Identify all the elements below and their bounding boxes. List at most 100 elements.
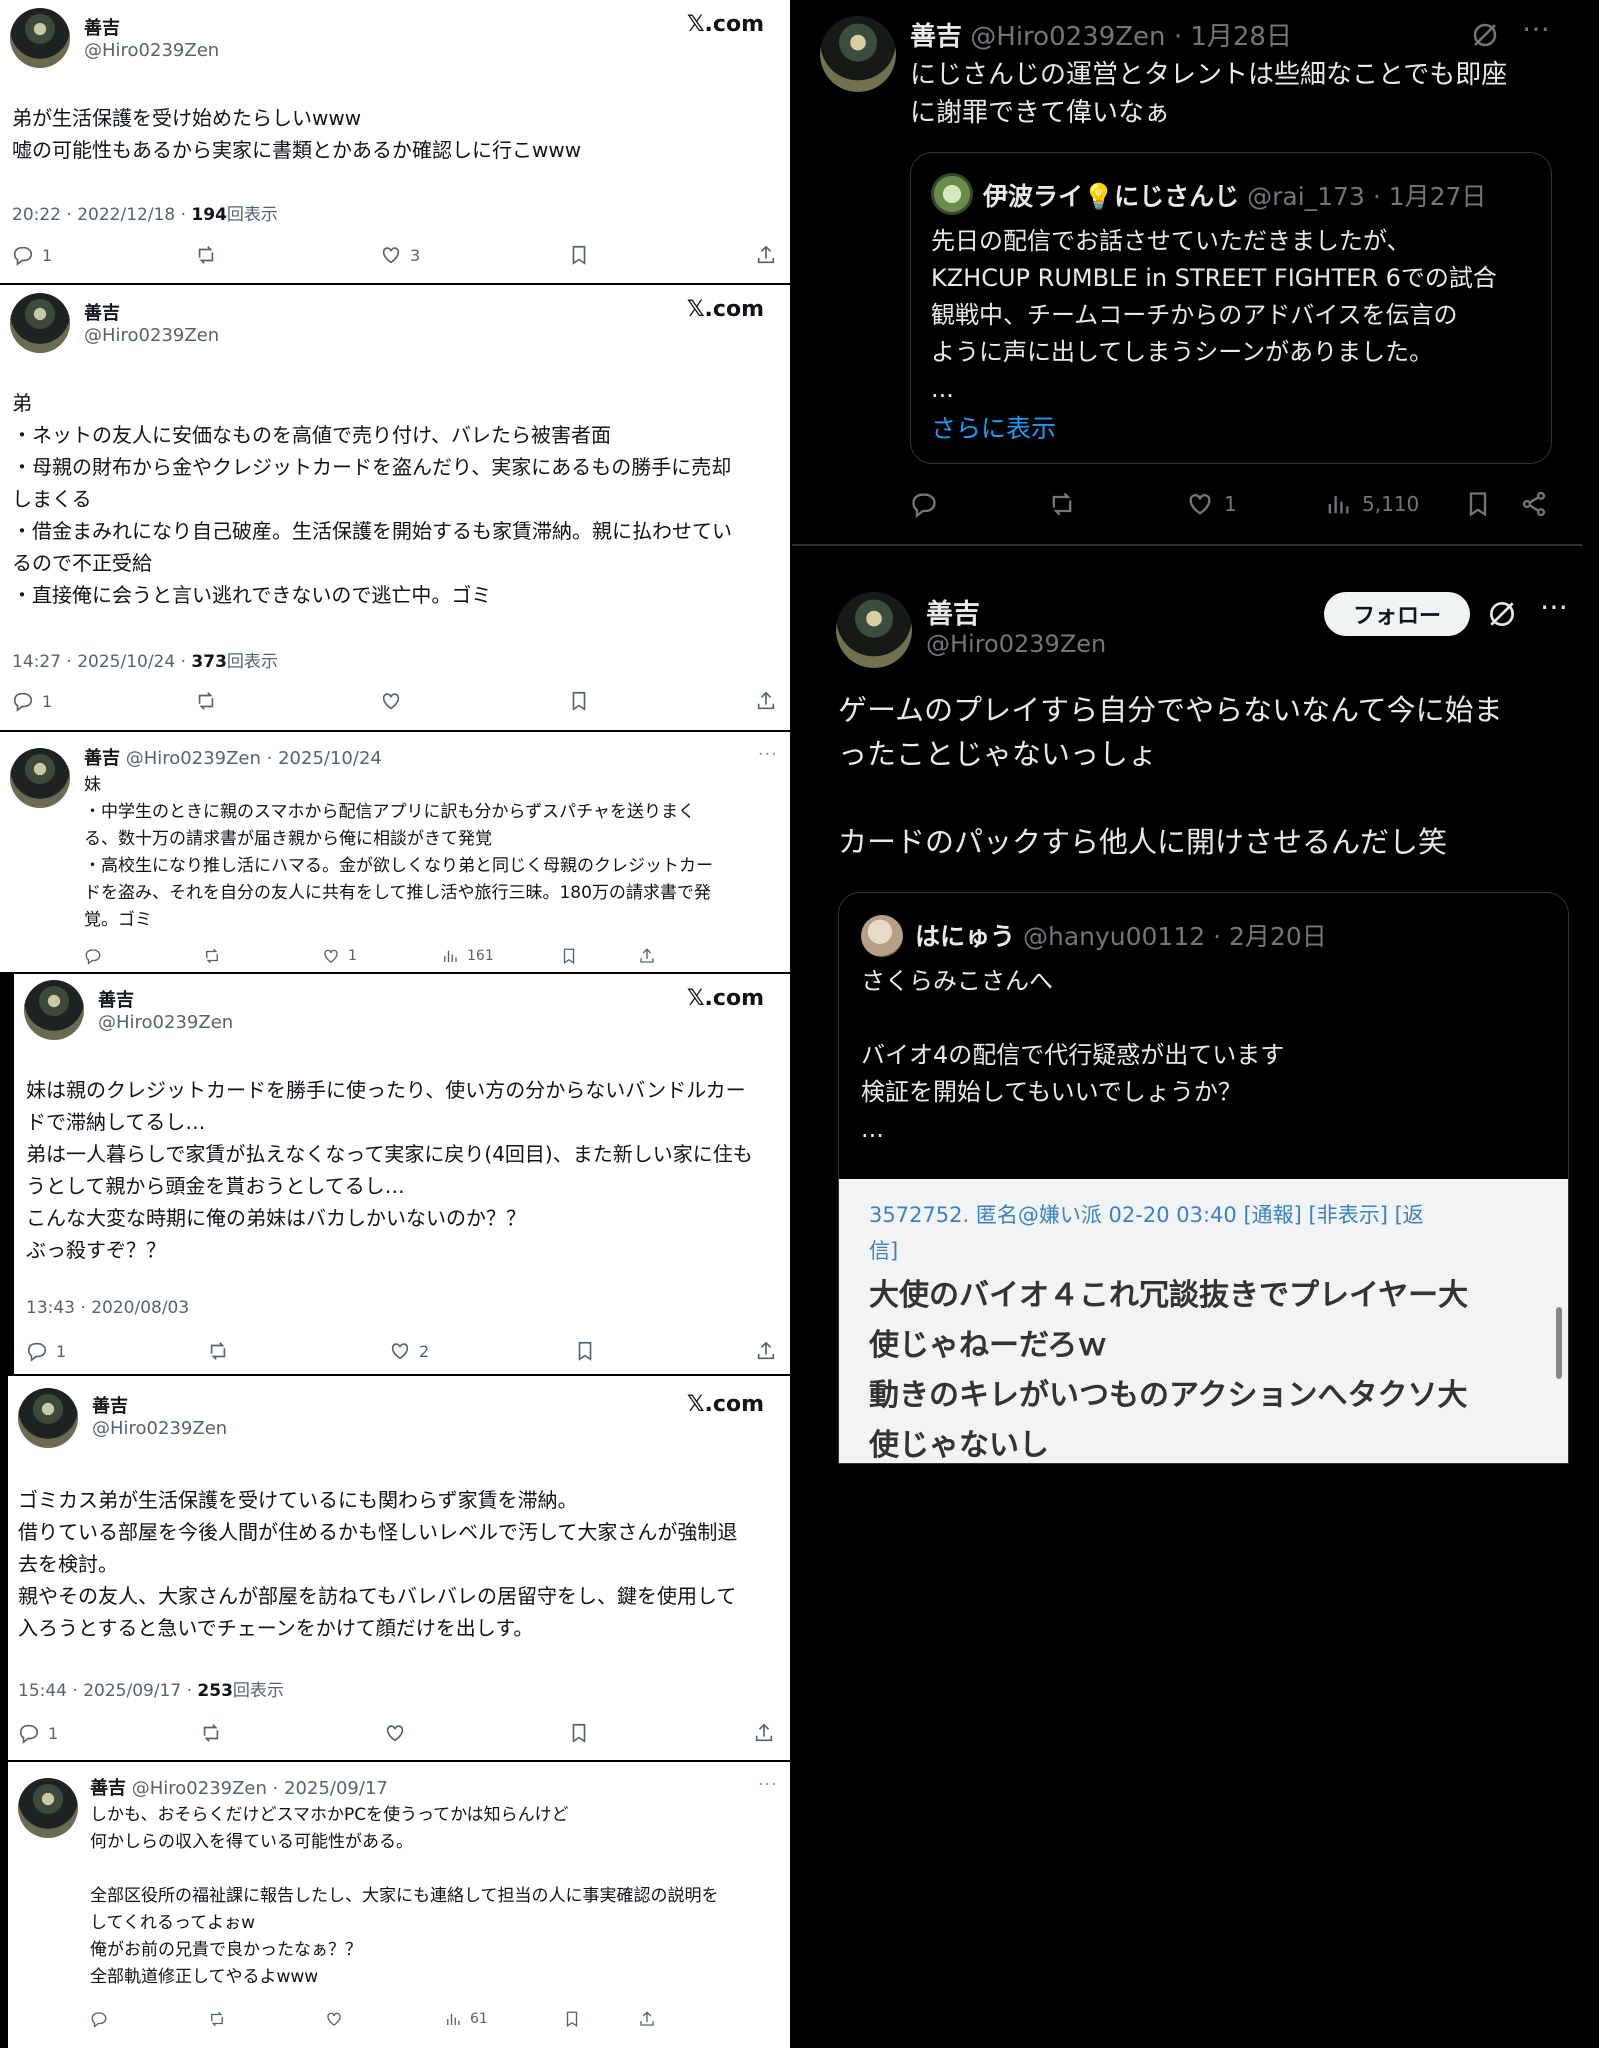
quote-text: 先日の配信でお話させていただきましたが、 KZHCUP RUMBLE in ST… — [931, 227, 1497, 403]
like-count: 2 — [419, 1341, 430, 1361]
bookmark-button[interactable] — [1464, 490, 1492, 518]
reply-button[interactable]: 1 — [26, 1340, 66, 1362]
tweet-meta: 13:43 · 2020/08/03 — [26, 1298, 189, 1318]
retweet-button[interactable] — [203, 947, 221, 965]
xcom-logo: 𝕏.com — [686, 986, 764, 1011]
heart-icon — [386, 1725, 404, 1742]
quote-tweet[interactable]: はにゅう @hanyu00112 · 2月20日 さくらみこさんへ バイオ4の配… — [838, 892, 1569, 1464]
views-button[interactable]: 161 — [441, 947, 494, 965]
share-button[interactable] — [753, 1722, 775, 1744]
retweet-button[interactable] — [195, 244, 217, 266]
grok-icon[interactable] — [1486, 598, 1518, 630]
share-button[interactable] — [638, 2010, 656, 2028]
view-count: 161 — [467, 948, 494, 964]
avatar[interactable] — [820, 16, 896, 92]
reply-button[interactable] — [910, 490, 938, 518]
view-count: 5,110 — [1362, 492, 1420, 516]
avatar[interactable] — [10, 8, 70, 68]
reply-icon — [13, 692, 33, 712]
share-button[interactable] — [638, 947, 656, 965]
retweet-button[interactable] — [1048, 490, 1076, 518]
user-name: 善吉 — [84, 748, 120, 769]
retweet-icon — [1052, 492, 1072, 516]
avatar[interactable] — [18, 1388, 78, 1448]
like-button[interactable]: 3 — [380, 244, 420, 266]
more-icon[interactable]: ··· — [758, 1774, 778, 1795]
reply-button[interactable] — [90, 2010, 108, 2028]
heart-icon — [382, 247, 400, 264]
bookmark-button[interactable] — [574, 1340, 596, 1362]
avatar[interactable] — [836, 592, 912, 668]
like-count: 1 — [348, 948, 357, 964]
views-button[interactable]: 5,110 — [1324, 490, 1419, 518]
follow-button[interactable]: フォロー — [1324, 592, 1470, 636]
user-handle: @Hiro0239Zen — [92, 1418, 228, 1439]
user-handle: @Hiro0239Zen — [98, 1012, 234, 1033]
avatar — [931, 173, 973, 215]
like-button[interactable]: 2 — [389, 1340, 429, 1362]
reply-icon — [19, 1724, 39, 1744]
user-name: 善吉 — [84, 18, 120, 39]
like-button[interactable] — [384, 1722, 406, 1744]
retweet-button[interactable] — [195, 690, 217, 712]
quote-date: · 1月27日 — [1372, 182, 1487, 211]
heart-icon — [324, 949, 338, 963]
more-icon[interactable]: ⋯ — [1540, 590, 1568, 623]
tweet-text: 妹は親のクレジットカードを勝手に使ったり、使い方の分からないバンドルカー ドで滞… — [26, 1078, 753, 1262]
reply-button[interactable]: 1 — [12, 690, 52, 712]
tweet-header: 善吉 @Hiro0239Zen · 2025/09/17 — [90, 1774, 388, 1800]
user-name: 善吉 — [92, 1396, 128, 1417]
share-icon — [757, 1341, 775, 1360]
bookmark-icon — [563, 948, 575, 965]
tweet-text: にじさんじの運営とタレントは些細なことでも即座 に謝罪できて偉いなぁ — [910, 60, 1508, 128]
reply-button[interactable] — [84, 947, 102, 965]
bookmark-button[interactable] — [568, 690, 590, 712]
analytics-icon — [1328, 495, 1349, 514]
reply-icon — [91, 2012, 107, 2028]
heart-icon — [327, 2012, 341, 2026]
bookmark-button[interactable] — [560, 947, 578, 965]
image-post-text: 大使のバイオ４これ冗談抜きでプレイヤー大 使じゃねーだろｗ 動きのキレがいつもの… — [869, 1278, 1469, 1463]
more-icon[interactable]: ··· — [758, 744, 778, 765]
share-icon — [640, 948, 654, 963]
more-icon[interactable]: ⋯ — [1522, 12, 1550, 45]
avatar[interactable] — [24, 980, 84, 1040]
avatar[interactable] — [10, 293, 70, 353]
share-button[interactable] — [755, 1340, 777, 1362]
tweet-text: 妹 ・中学生のときに親のスマホから配信アプリに訳も分からずスパチャを送りまく る… — [84, 775, 713, 930]
share-button[interactable] — [755, 690, 777, 712]
reply-count: 1 — [42, 691, 53, 711]
like-button[interactable]: 1 — [1186, 490, 1237, 518]
retweet-icon — [203, 1724, 219, 1742]
bookmark-button[interactable] — [568, 244, 590, 266]
quote-tweet[interactable]: 伊波ライ💡にじさんじ @rai_173 · 1月27日 先日の配信でお話させてい… — [910, 152, 1552, 464]
like-button[interactable] — [325, 2010, 343, 2028]
action-bar: 1 — [0, 690, 790, 720]
retweet-button[interactable] — [207, 1340, 229, 1362]
retweet-button[interactable] — [200, 1722, 222, 1744]
view-count: 253 — [197, 1681, 233, 1701]
timestamp: 15:44 · 2025/09/17 · — [18, 1681, 198, 1701]
bookmark-icon — [572, 1723, 586, 1743]
grok-icon[interactable] — [1470, 20, 1500, 50]
retweet-icon — [211, 2011, 223, 2027]
bookmark-button[interactable] — [563, 2010, 581, 2028]
like-button[interactable]: 1 — [322, 947, 357, 965]
user-name: 善吉 — [910, 22, 963, 52]
share-button[interactable] — [755, 244, 777, 266]
views-button[interactable]: 61 — [444, 2010, 488, 2028]
user-name: 善吉 — [926, 599, 980, 630]
bookmark-button[interactable] — [568, 1722, 590, 1744]
quote-image[interactable]: 3572752. 匿名@嫌い派 02-20 03:40 [通報] [非表示] [… — [839, 1179, 1568, 1463]
like-button[interactable] — [380, 690, 402, 712]
tweet-meta: 20:22 · 2022/12/18 · 194回表示 — [12, 200, 278, 225]
tweet-header: 善吉 @Hiro0239Zen · 1月28日 — [910, 16, 1292, 53]
reply-button[interactable]: 1 — [18, 1722, 58, 1744]
avatar[interactable] — [18, 1778, 78, 1838]
share-button[interactable] — [1520, 490, 1548, 518]
retweet-button[interactable] — [208, 2010, 226, 2028]
scrollbar[interactable] — [1556, 1307, 1562, 1379]
avatar[interactable] — [10, 748, 70, 808]
reply-button[interactable]: 1 — [12, 244, 52, 266]
show-more-link[interactable]: さらに表示 — [931, 409, 1056, 445]
